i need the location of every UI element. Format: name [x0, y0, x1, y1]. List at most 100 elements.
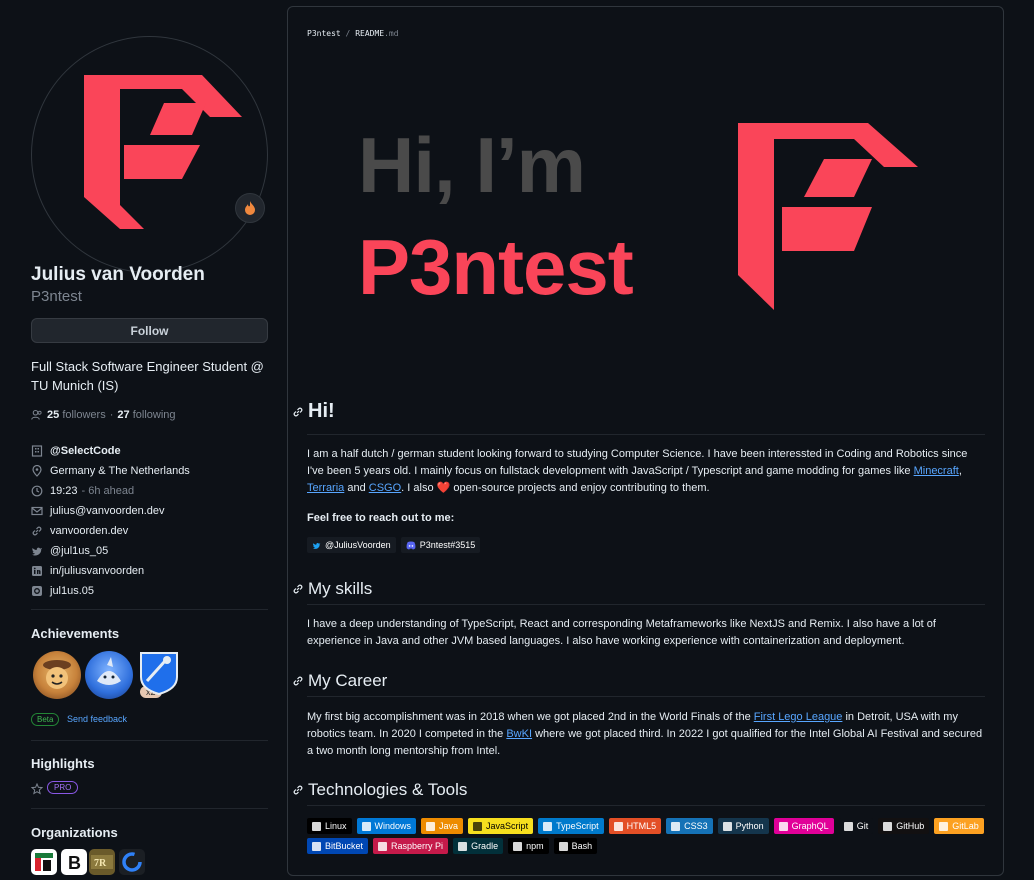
java-icon: [426, 821, 436, 831]
tech-badge-gitlab: GitLab: [934, 818, 984, 834]
clock-icon: [31, 485, 43, 497]
heart-icon: ❤️: [436, 482, 451, 494]
readme-panel: P3ntest / README.md Hi, I’m P3ntest Hi! …: [287, 6, 1004, 876]
follow-stats: 25 followers · 27 following: [31, 409, 176, 421]
tech-badge-gradle: Gradle: [453, 838, 504, 854]
org-avatar-2[interactable]: B: [61, 849, 87, 875]
pro-badge: PRO: [47, 781, 79, 794]
achievement-shark-icon[interactable]: [85, 651, 133, 699]
bwki-link[interactable]: BwKI: [506, 728, 532, 740]
reach-out-text: Feel free to reach out to me:: [307, 512, 455, 524]
following-link[interactable]: 27 following: [117, 409, 175, 421]
npm-icon: [513, 841, 523, 851]
tech-badge-java: Java: [421, 818, 464, 834]
gitlab-icon: [939, 821, 949, 831]
follow-button[interactable]: Follow: [31, 318, 268, 343]
anchor-link-icon[interactable]: [292, 406, 304, 418]
hi-paragraph: I am a half dutch / german student looki…: [307, 448, 968, 494]
git-icon: [843, 821, 853, 831]
instagram-icon: [31, 585, 43, 597]
company-link[interactable]: @SelectCode: [50, 445, 121, 457]
org-avatar-1[interactable]: [31, 849, 57, 875]
divider: [31, 740, 268, 741]
tech-badge-linux: Linux: [307, 818, 352, 834]
breadcrumb: P3ntest / README.md: [307, 29, 399, 38]
heading-hi: Hi!: [292, 400, 335, 423]
javascript-icon: [473, 821, 483, 831]
graphql-icon: [778, 821, 788, 831]
github-icon: [883, 821, 893, 831]
heading-divider: [307, 805, 985, 806]
tech-badge-graphql: GraphQL: [773, 818, 834, 834]
organizations-title: Organizations: [31, 825, 118, 840]
bash-icon: [558, 841, 568, 851]
twitter-icon: [312, 542, 321, 549]
csgo-link[interactable]: CSGO: [369, 482, 401, 494]
heading-skills: My skills: [292, 579, 372, 599]
website-link[interactable]: vanvoorden.dev: [50, 525, 128, 537]
breadcrumb-owner[interactable]: P3ntest: [307, 29, 341, 38]
tech-badge-git: Git: [838, 818, 874, 834]
heading-career: My Career: [292, 671, 387, 691]
link-icon: [31, 525, 43, 537]
profile-fullname: Julius van Voorden: [31, 264, 205, 285]
linkedin-icon: [31, 565, 43, 577]
first-lego-league-link[interactable]: First Lego League: [754, 711, 843, 723]
location-icon: [31, 465, 43, 477]
profile-bio: Full Stack Software Engineer Student @ T…: [31, 359, 264, 393]
detail-time: 19:23 - 6h ahead: [31, 481, 268, 501]
instagram-link[interactable]: jul1us.05: [50, 585, 94, 597]
career-paragraph: My first big accomplishment was in 2018 …: [307, 711, 983, 757]
profile-username: P3ntest: [31, 288, 82, 305]
email-link[interactable]: julius@vanvoorden.dev: [50, 505, 165, 517]
twitter-badge[interactable]: @JuliusVoorden: [307, 537, 396, 553]
bitbucket-icon: [312, 841, 321, 851]
html5-icon: [613, 821, 623, 831]
followers-link[interactable]: 25 followers: [47, 409, 106, 421]
tech-badge-windows: Windows: [356, 818, 417, 834]
raspberry-pi-icon: [378, 841, 388, 851]
detail-instagram: jul1us.05: [31, 581, 268, 601]
css3-icon: [671, 821, 681, 831]
send-feedback-link[interactable]: Send feedback: [67, 714, 127, 724]
tech-badge-css3: CSS3: [666, 818, 713, 834]
heading-divider: [307, 604, 985, 605]
avatar[interactable]: [31, 36, 268, 273]
star-icon: [30, 782, 44, 798]
discord-icon: [406, 541, 416, 549]
highlights-title: Highlights: [31, 756, 95, 771]
tech-badges-row-2: BitBucket Raspberry Pi Gradle npm Bash: [307, 838, 598, 854]
anchor-link-icon[interactable]: [292, 583, 304, 595]
linux-icon: [312, 821, 321, 831]
gradle-icon: [458, 841, 468, 851]
twitter-link[interactable]: @jul1us_05: [50, 545, 108, 557]
tech-badge-python: Python: [717, 818, 769, 834]
org-avatar-3[interactable]: 7R: [89, 849, 115, 875]
anchor-link-icon[interactable]: [292, 675, 304, 687]
discord-badge[interactable]: P3ntest#3515: [400, 537, 481, 553]
hero-name: P3ntest: [358, 223, 634, 311]
detail-email: julius@vanvoorden.dev: [31, 501, 268, 521]
skills-paragraph: I have a deep understanding of TypeScrip…: [307, 618, 936, 647]
achievement-pull-shark-icon[interactable]: [33, 651, 81, 699]
tech-badge-raspberry-pi: Raspberry Pi: [373, 838, 449, 854]
linkedin-link[interactable]: in/juliusvanvoorden: [50, 565, 144, 577]
status-fire-icon[interactable]: [235, 193, 265, 223]
detail-twitter: @jul1us_05: [31, 541, 268, 561]
achievement-quickdraw-icon[interactable]: [139, 651, 187, 699]
python-icon: [722, 821, 732, 831]
windows-icon: [361, 821, 371, 831]
divider: [31, 609, 268, 610]
org-avatar-4[interactable]: [119, 849, 145, 875]
minecraft-link[interactable]: Minecraft: [914, 465, 959, 477]
hero-p3-logo-icon: [728, 115, 928, 318]
tech-badge-javascript: JavaScript: [468, 818, 534, 834]
twitter-icon: [31, 545, 43, 557]
contact-badges: @JuliusVoorden P3ntest#3515: [307, 537, 481, 553]
heading-divider: [307, 434, 985, 435]
terraria-link[interactable]: Terraria: [307, 482, 344, 494]
beta-badge: Beta: [31, 713, 60, 726]
detail-linkedin: in/juliusvanvoorden: [31, 561, 268, 581]
anchor-link-icon[interactable]: [292, 784, 304, 796]
tech-badges-row-1: Linux Windows Java JavaScript TypeScript HTML…: [307, 818, 984, 834]
